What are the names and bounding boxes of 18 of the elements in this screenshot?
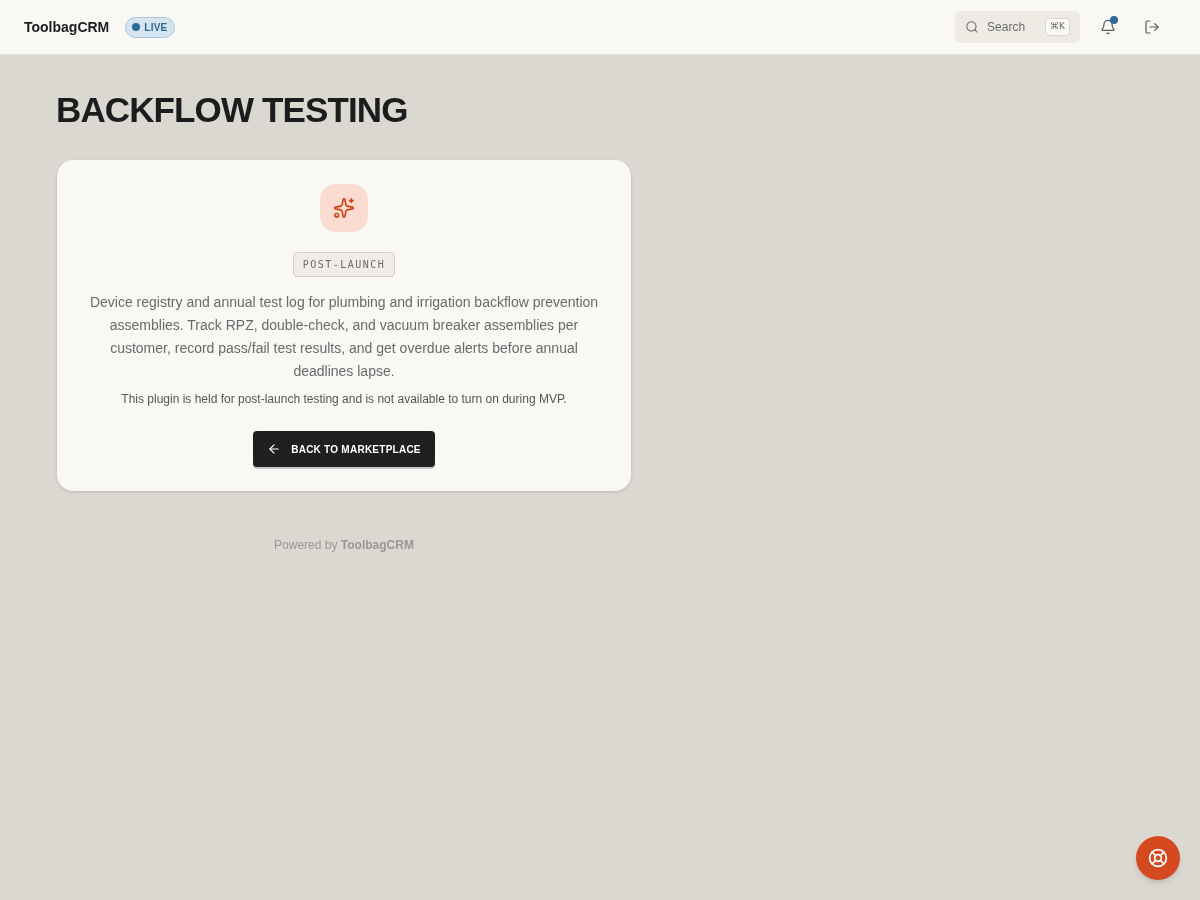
search-button[interactable]: Search ⌘K — [955, 11, 1080, 43]
search-icon — [965, 20, 980, 34]
powered-by-footer: Powered by ToolbagCRM — [274, 536, 414, 554]
post-launch-badge: POST-LAUNCH — [292, 252, 396, 277]
help-button[interactable] — [1136, 836, 1180, 880]
plugin-description: Device registry and annual test log for plumbing and irrigation backflow prevention assemblies. Track RPZ, double-check, and vacuum breaker assemblies per customer, record pass/fail test results, and get overdue alerts before annual deadlines lapse. — [88, 293, 600, 381]
arrow-left-icon — [267, 442, 282, 456]
page-title: BACKFLOW TESTING — [56, 89, 408, 131]
brand-name[interactable]: ToolbagCRM — [24, 16, 110, 38]
logout-icon — [1144, 19, 1160, 35]
sparkles-icon — [320, 184, 368, 232]
bell-icon — [1100, 19, 1116, 35]
availability-note: This plugin is held for post-launch testing and is not available to turn on during MVP. — [121, 391, 567, 407]
back-to-marketplace-button[interactable]: BACK TO MARKETPLACE — [253, 431, 435, 467]
lifebuoy-icon — [1148, 848, 1168, 868]
live-status-badge: LIVE — [125, 16, 175, 38]
shortcut-key: ⌘K — [1045, 18, 1070, 36]
status-dot-icon — [132, 23, 141, 31]
